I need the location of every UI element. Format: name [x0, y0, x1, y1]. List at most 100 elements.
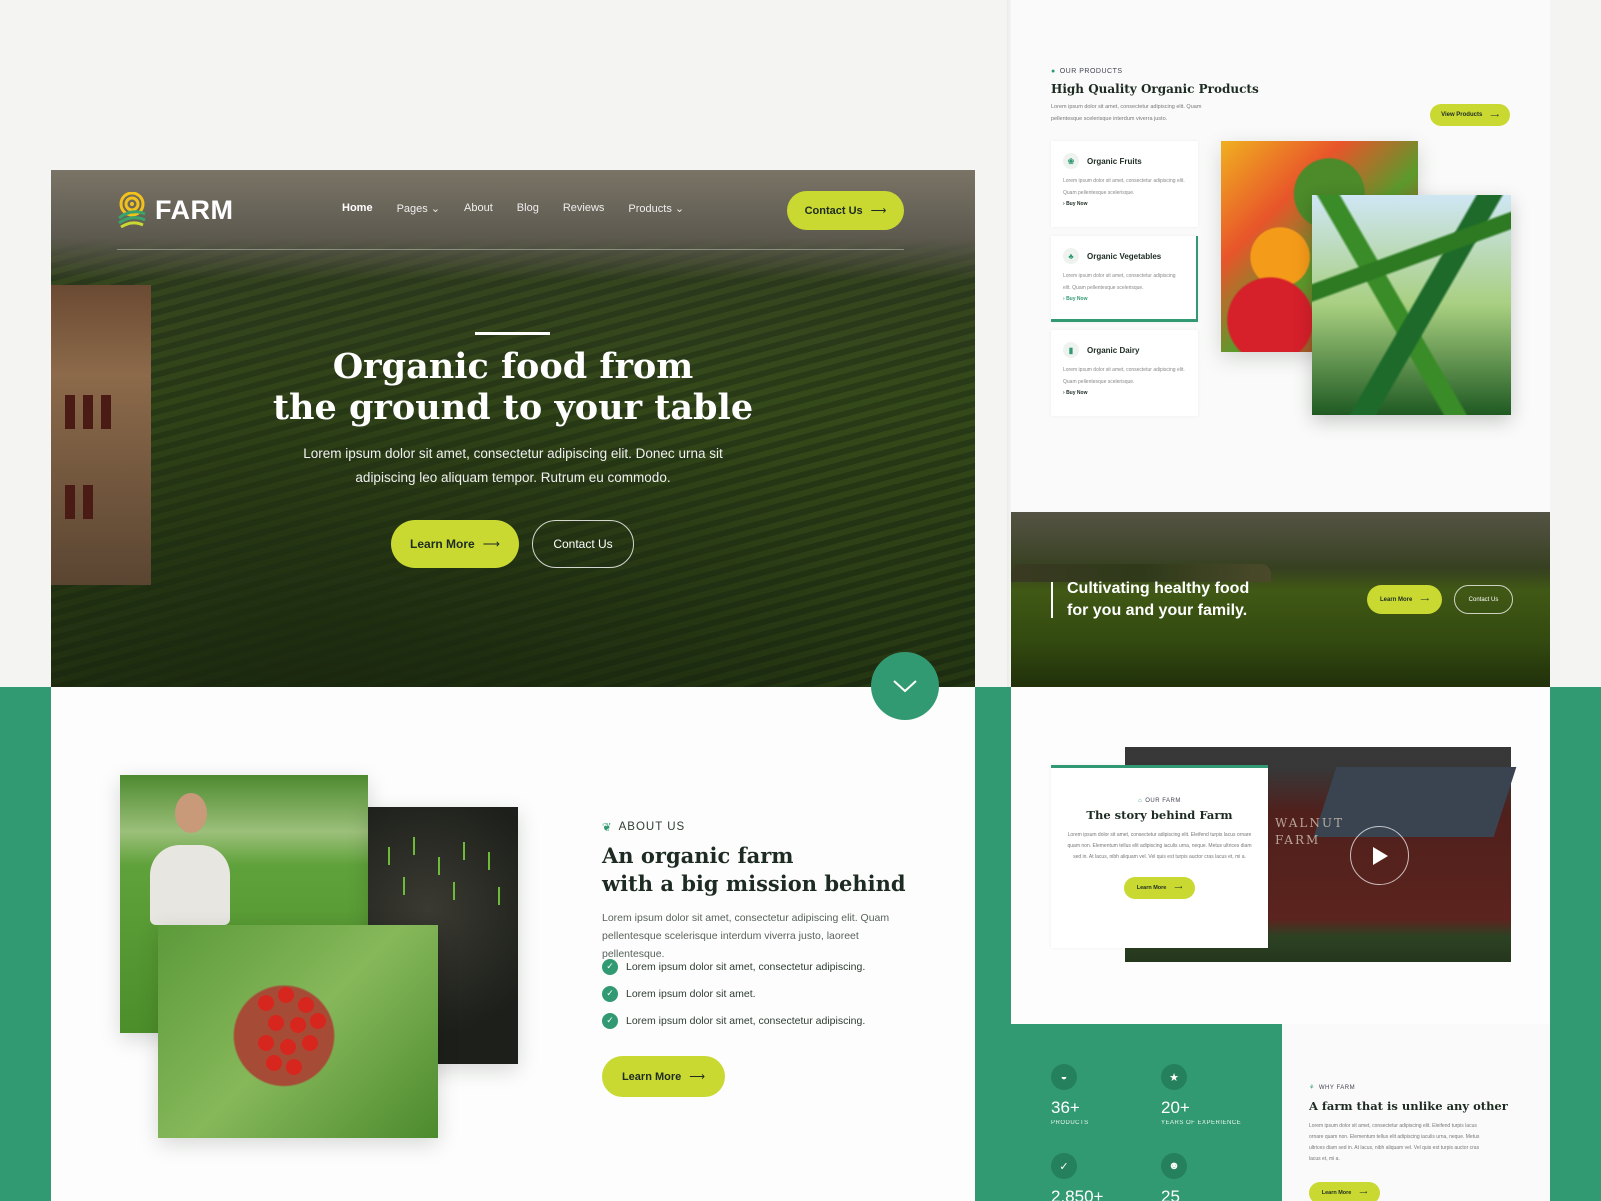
- arrow-right-icon: ⟶: [482, 537, 500, 551]
- hero-learn-more-button[interactable]: Learn More ⟶: [391, 520, 519, 568]
- product-card-title: Organic Dairy: [1087, 345, 1140, 355]
- nav-item-products[interactable]: Products ⌄: [628, 202, 684, 215]
- why-description: Lorem ipsum dolor sit amet, consectetur …: [1309, 1123, 1480, 1162]
- verified-check-icon: ✓: [602, 1012, 618, 1029]
- nav-label: Home: [342, 202, 373, 214]
- product-card-description: Lorem ipsum dolor sit amet, consectetur …: [1063, 367, 1185, 385]
- checklist-text: Lorem ipsum dolor sit amet.: [626, 987, 756, 1000]
- about-learn-more-button[interactable]: Learn More ⟶: [602, 1056, 725, 1097]
- stat-value: 20+: [1161, 1098, 1190, 1117]
- play-icon: [1372, 846, 1388, 865]
- apple-icon: ●: [1051, 68, 1056, 75]
- scroll-down-button[interactable]: [871, 652, 939, 720]
- play-video-button[interactable]: [1350, 826, 1409, 885]
- stars-icon: ★: [1161, 1064, 1187, 1090]
- hero-title-line: Organic food from: [332, 346, 694, 387]
- verified-badge-icon: ✓: [1051, 1153, 1077, 1179]
- stat-item: ☻ 25: [1161, 1153, 1187, 1201]
- main-nav: Home Pages ⌄ About Blog Reviews Products…: [342, 202, 684, 215]
- bowl-icon: ◒: [1051, 1064, 1077, 1090]
- arrow-right-icon: ⟶: [1359, 1190, 1368, 1196]
- buy-now-link[interactable]: › Buy Now: [1063, 296, 1184, 302]
- hero-description: Lorem ipsum dolor sit amet, consectetur …: [303, 446, 723, 485]
- header-divider: [117, 249, 904, 250]
- products-eyebrow: ● OUR PRODUCTS: [1051, 68, 1123, 75]
- eyebrow-label: OUR FARM: [1145, 798, 1181, 804]
- story-section: WALNUT FARM ⌂ OUR FARM The story behind Fa…: [1011, 687, 1550, 1024]
- about-checklist: ✓ Lorem ipsum dolor sit amet, consectetur…: [602, 953, 865, 1034]
- title-line: with a big mission behind: [602, 871, 906, 896]
- link-label: Buy Now: [1066, 296, 1088, 302]
- logo[interactable]: FARM: [117, 192, 234, 228]
- wheat-icon: ❦: [602, 822, 613, 834]
- story-title: The story behind Farm: [1086, 808, 1233, 822]
- link-label: Buy Now: [1066, 390, 1088, 396]
- button-label: Learn More: [1136, 885, 1167, 891]
- products-description: Lorem ipsum dolor sit amet, consectetur …: [1051, 104, 1202, 122]
- stat-value: 2,850+: [1051, 1187, 1104, 1201]
- arrow-right-icon: ⟶: [1420, 597, 1429, 603]
- milk-bottle-icon: ▮: [1063, 342, 1079, 358]
- about-section: ❦ ABOUT US An organic farm with a big mi…: [51, 687, 975, 1201]
- checklist-item: ✓ Lorem ipsum dolor sit amet.: [602, 980, 865, 1007]
- nav-item-pages[interactable]: Pages ⌄: [397, 202, 440, 215]
- nav-item-reviews[interactable]: Reviews: [563, 202, 605, 215]
- nav-item-home[interactable]: Home: [342, 202, 373, 215]
- title-line: An organic farm: [602, 843, 794, 868]
- hero-contact-button[interactable]: Contact Us: [532, 520, 634, 568]
- barn-roof: [1313, 767, 1517, 837]
- sprout-icon: ⚘: [1309, 1085, 1315, 1091]
- button-label: Learn More: [410, 537, 475, 551]
- nav-label: About: [464, 202, 493, 214]
- product-card-description: Lorem ipsum dolor sit amet, consectetur …: [1063, 273, 1176, 291]
- chevron-down-icon: [893, 680, 917, 693]
- header-contact-button[interactable]: Contact Us ⟶: [787, 191, 904, 230]
- checklist-item: ✓ Lorem ipsum dolor sit amet, consectetur…: [602, 953, 865, 980]
- cta-banner: Cultivating healthy food for you and you…: [1011, 512, 1550, 687]
- stat-item: ◒ 36+ PRODUCTS: [1051, 1064, 1089, 1126]
- team-icon: ☻: [1161, 1153, 1187, 1179]
- nav-item-blog[interactable]: Blog: [517, 202, 539, 215]
- barn-sign-line: WALNUT: [1275, 816, 1344, 830]
- products-section: ● OUR PRODUCTS High Quality Organic Prod…: [1011, 0, 1550, 512]
- story-eyebrow: ⌂ OUR FARM: [1051, 798, 1268, 804]
- eyebrow-label: OUR PRODUCTS: [1059, 68, 1123, 75]
- cta-accent-bar: [1051, 582, 1053, 618]
- vegetable-icon: ♣: [1063, 248, 1079, 264]
- hero-house-image: [51, 285, 151, 585]
- why-learn-more-button[interactable]: Learn More ⟶: [1309, 1182, 1380, 1201]
- cta-learn-more-button[interactable]: Learn More ⟶: [1367, 585, 1442, 614]
- barn-sign-line: FARM: [1275, 833, 1321, 847]
- product-card-title: Organic Fruits: [1087, 156, 1142, 166]
- stat-label: PRODUCTS: [1051, 1120, 1089, 1126]
- button-label: Contact Us: [553, 537, 613, 551]
- button-label: Learn More: [1321, 1190, 1352, 1196]
- product-card-dairy[interactable]: ▮ Organic Dairy Lorem ipsum dolor sit ame…: [1051, 330, 1198, 416]
- button-label: Contact Us: [1468, 596, 1499, 603]
- fruit-icon: ❀: [1063, 153, 1079, 169]
- barn-sign: WALNUT FARM: [1275, 815, 1344, 849]
- product-card-vegetables[interactable]: ♣ Organic Vegetables Lorem ipsum dolor si…: [1051, 236, 1198, 322]
- chevron-down-icon: ⌄: [674, 203, 685, 215]
- checklist-text: Lorem ipsum dolor sit amet, consectetur …: [626, 1014, 866, 1027]
- cta-contact-button[interactable]: Contact Us: [1454, 585, 1513, 614]
- eyebrow-label: ABOUT US: [618, 821, 686, 833]
- logo-icon: [118, 192, 146, 228]
- title-line: for you and your family.: [1067, 602, 1248, 619]
- button-label: Contact Us: [804, 204, 863, 217]
- verified-check-icon: ✓: [602, 985, 618, 1002]
- nav-item-about[interactable]: About: [464, 202, 493, 215]
- about-title: An organic farm with a big mission behin…: [602, 842, 906, 898]
- checklist-text: Lorem ipsum dolor sit amet, consectetur …: [626, 960, 866, 973]
- chevron-down-icon: ⌄: [430, 203, 441, 215]
- eyebrow-label: WHY FARM: [1318, 1084, 1356, 1091]
- stat-value: 36+: [1051, 1098, 1080, 1117]
- arrow-right-icon: ⟶: [870, 205, 887, 217]
- product-card-fruits[interactable]: ❀ Organic Fruits Lorem ipsum dolor sit am…: [1051, 141, 1198, 227]
- story-learn-more-button[interactable]: Learn More ⟶: [1124, 877, 1195, 899]
- buy-now-link[interactable]: › Buy Now: [1063, 201, 1186, 207]
- nav-label: Reviews: [562, 202, 605, 214]
- buy-now-link[interactable]: › Buy Now: [1063, 390, 1186, 396]
- view-products-button[interactable]: View Products ⟶: [1430, 104, 1510, 126]
- story-card: ⌂ OUR FARM The story behind Farm Lorem ip…: [1051, 765, 1268, 948]
